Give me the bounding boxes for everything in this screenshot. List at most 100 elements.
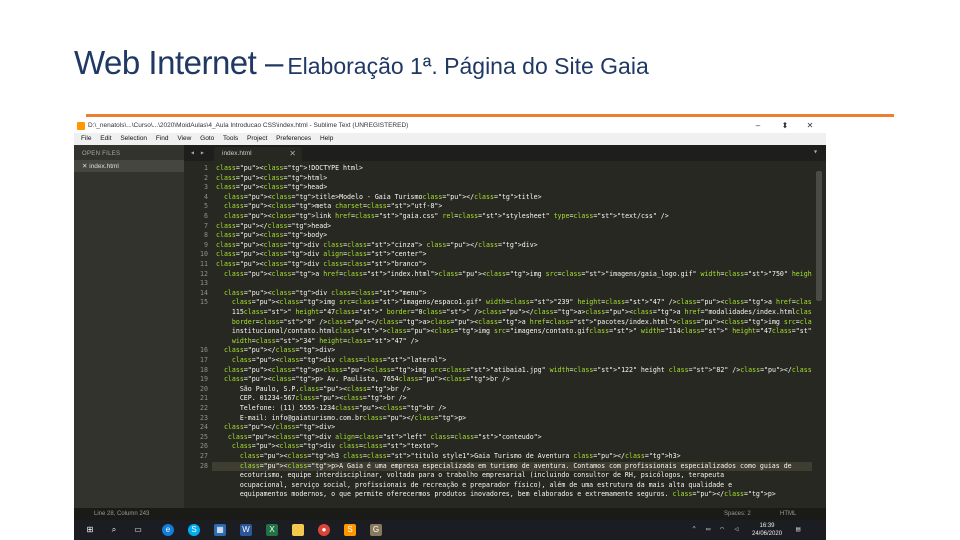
line-number: 20 <box>200 384 208 393</box>
menu-project[interactable]: Project <box>247 133 267 145</box>
window-titlebar[interactable]: D:\_nenatols\...\Curso\...\2020\MoidAula… <box>74 119 826 133</box>
code-line[interactable]: class="pu"></class="tg">div> <box>216 346 335 356</box>
code-area[interactable]: class="pu"><class="tg">!DOCTYPE html> cla… <box>212 161 826 508</box>
menu-tools[interactable]: Tools <box>223 133 238 145</box>
search-icon[interactable]: ⌕ <box>108 524 120 536</box>
code-line[interactable]: ecoturismo, equipe interdisciplinar, vol… <box>216 471 724 481</box>
menu-preferences[interactable]: Preferences <box>276 133 311 145</box>
chrome-icon[interactable]: ● <box>318 524 330 536</box>
sublime-app-icon <box>77 122 85 130</box>
code-line[interactable]: São Paulo, S.P.class="pu"><class="tg">br… <box>216 385 411 395</box>
tab-dropdown-icon[interactable]: ▾ <box>813 147 818 156</box>
tray-chevron-icon[interactable]: ⌃ <box>692 525 696 533</box>
code-line[interactable]: class="pu"><class="tg">title>Modelo - Ga… <box>216 193 542 203</box>
line-number-gutter: 1 2 3 4 5 6 7 8 9 10 11 12 13 14 15 16 17 18 19 20 21 22 23 24 2… <box>184 161 212 508</box>
store-icon[interactable]: ▦ <box>214 524 226 536</box>
code-line[interactable]: class="pu"><class="tg">img src=class="st… <box>216 298 826 308</box>
line-number: 9 <box>204 240 208 249</box>
line-number: 11 <box>200 260 208 268</box>
code-line[interactable]: class="pu"><class="tg">meta charset=clas… <box>216 202 442 212</box>
line-number: 18 <box>200 365 208 374</box>
line-number: 16 <box>200 346 208 355</box>
code-line[interactable]: ocupacional, serviço social, profissiona… <box>216 481 732 491</box>
tab-nav-forward-icon[interactable]: ▸ <box>200 148 205 157</box>
tab-nav-back-icon[interactable]: ◂ <box>190 148 195 157</box>
line-number: 2 <box>204 173 208 182</box>
word-icon[interactable]: W <box>240 524 252 536</box>
sidebar-file-index[interactable]: ✕ index.html <box>74 160 184 172</box>
code-line[interactable]: class="pu"><class="tg">link href=class="… <box>216 212 669 222</box>
code-line[interactable]: class="pu"><class="tg">div align=class="… <box>216 250 426 260</box>
minimize-button[interactable]: – <box>750 120 766 132</box>
code-line[interactable]: class="pu"><class="tg">h3 class=class="s… <box>216 452 681 462</box>
code-line[interactable]: class="pu"><class="tg">a href=class="st"… <box>216 270 826 280</box>
scrollbar[interactable] <box>812 161 826 508</box>
notifications-icon[interactable]: ▤ <box>796 525 800 533</box>
code-line[interactable]: class="pu"><class="tg">div class=class="… <box>216 356 446 366</box>
code-line[interactable]: width=class="st">"34" height=class="st">… <box>216 337 419 347</box>
scrollbar-thumb[interactable] <box>816 171 822 301</box>
line-number: 19 <box>200 375 208 384</box>
line-number: 14 <box>200 288 208 297</box>
code-line[interactable]: class="pu"><class="tg">div align=class="… <box>216 433 542 443</box>
menu-selection[interactable]: Selection <box>120 133 147 145</box>
slide: Web Internet – Elaboração 1ª. Página do … <box>0 0 960 540</box>
tray-network-icon[interactable]: ▭ <box>706 525 710 533</box>
menu-help[interactable]: Help <box>320 133 333 145</box>
code-line[interactable]: class="pu"><class="tg">p>class="pu"><cla… <box>216 366 826 376</box>
menu-bar: File Edit Selection Find View Goto Tools… <box>74 133 826 145</box>
explorer-icon[interactable] <box>292 524 304 536</box>
windows-icon[interactable]: ⊞ <box>84 524 96 536</box>
excel-icon[interactable]: X <box>266 524 278 536</box>
code-line[interactable]: class="pu"><class="tg">body> <box>216 231 327 241</box>
code-line[interactable]: 115class="st">" height="47class="st">" b… <box>216 308 826 318</box>
close-window-button[interactable]: ✕ <box>802 120 818 132</box>
gimp-icon[interactable]: G <box>370 524 382 536</box>
menu-find[interactable]: Find <box>156 133 169 145</box>
code-line[interactable]: Telefone: (11) 5555-1234class="pu"><clas… <box>216 404 446 414</box>
code-line[interactable]: class="pu"><class="tg">!DOCTYPE html> <box>216 164 363 174</box>
line-number: 13 <box>200 279 208 288</box>
menu-goto[interactable]: Goto <box>200 133 214 145</box>
menu-edit[interactable]: Edit <box>100 133 111 145</box>
sublime-icon[interactable]: S <box>344 524 356 536</box>
status-spaces[interactable]: Spaces: 2 <box>724 511 751 517</box>
code-line[interactable]: class="pu"></class="tg">div> <box>216 423 335 433</box>
tray-wifi-icon[interactable]: ◠ <box>720 525 724 533</box>
line-number: 15 <box>200 298 208 307</box>
code-line[interactable]: class="pu"><class="tg">div class=class="… <box>216 241 538 251</box>
tab-bar: ◂ ▸ index.html ✕ ▾ <box>184 145 826 161</box>
code-line[interactable]: class="pu"><class="tg">div class=class="… <box>216 442 439 452</box>
line-number: 21 <box>200 394 208 403</box>
line-number: 5 <box>204 202 208 211</box>
edge-icon[interactable]: e <box>162 524 174 536</box>
code-line[interactable]: class="pu"><class="tg">div class=class="… <box>216 260 426 270</box>
line-number: 27 <box>200 452 208 460</box>
menu-view[interactable]: View <box>177 133 191 145</box>
maximize-button[interactable]: ⬍ <box>777 120 793 132</box>
code-line[interactable]: class="pu"><class="tg">p> Av. Paulista, … <box>216 375 510 385</box>
code-line[interactable]: institucional/contato.htmlclass="st">">c… <box>216 327 826 337</box>
code-line[interactable]: E-mail: info@gaiaturismo.com.brclass="pu… <box>216 414 466 424</box>
skype-icon[interactable]: S <box>188 524 200 536</box>
code-line[interactable]: border=class="st">"0" />class="pu"></cla… <box>216 318 826 328</box>
code-line[interactable]: class="pu"><class="tg">html> <box>216 174 327 184</box>
editor-window: D:\_nenatols\...\Curso\...\2020\MoidAula… <box>74 119 826 540</box>
code-line[interactable]: class="pu"><class="tg">div class=class="… <box>216 289 427 299</box>
tab-close-icon[interactable]: ✕ <box>289 149 296 158</box>
tab-index-html[interactable]: index.html ✕ <box>214 147 302 161</box>
line-number: 12 <box>200 269 208 278</box>
line-number: 10 <box>200 250 208 259</box>
status-syntax[interactable]: HTML <box>780 511 796 517</box>
code-line[interactable]: CEP. 01234-567class="pu"><class="tg">br … <box>216 394 407 404</box>
code-line[interactable]: equipamentos modernos, o que permite ofe… <box>216 490 776 500</box>
line-number: 23 <box>200 413 208 422</box>
code-line[interactable]: class="pu"><class="tg">p>A Gaia é uma em… <box>216 462 792 472</box>
code-line[interactable]: class="pu"></class="tg">head> <box>216 222 331 232</box>
code-line[interactable]: class="pu"><class="tg">head> <box>216 183 327 193</box>
tray-volume-icon[interactable]: ◁ <box>734 525 738 533</box>
clock-date: 24/06/2020 <box>752 531 783 537</box>
taskbar-clock[interactable]: 16:39 24/06/2020 <box>752 522 782 538</box>
menu-file[interactable]: File <box>81 133 91 145</box>
task-view-icon[interactable]: ▭ <box>132 524 144 536</box>
